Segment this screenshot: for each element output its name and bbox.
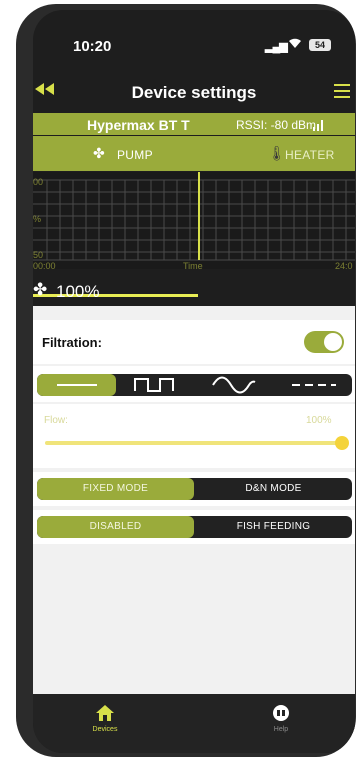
fixed-mode-option[interactable]: FIXED MODE [37, 478, 194, 500]
flow-value: 100% [306, 415, 332, 426]
nav-devices[interactable]: Devices [65, 704, 145, 733]
tab-heater[interactable]: 🌡︎ HEATER [198, 136, 355, 171]
sine-wave-button[interactable] [195, 374, 274, 396]
device-info-bar: Hypermax BT T RSSI: -80 dBm [33, 113, 355, 135]
flow-label: Flow: [44, 415, 68, 426]
fish-feeding-option[interactable]: FISH FEEDING [195, 516, 352, 538]
flow-slider-thumb[interactable] [335, 436, 349, 450]
filtration-label: Filtration: [42, 335, 102, 350]
constant-wave-icon [57, 384, 97, 386]
app-screen: 10:20 ▂▄▆ 54 Device settings Hypermax BT… [33, 10, 355, 753]
dn-mode-option[interactable]: D&N MODE [195, 478, 352, 500]
home-icon [96, 705, 114, 721]
random-wave-button[interactable] [274, 374, 352, 396]
waveform-selector [37, 374, 352, 396]
chart-y-bottom-label: 50 [33, 250, 44, 260]
nav-help[interactable]: Help [241, 704, 321, 733]
fan-icon: ✤ [33, 280, 48, 299]
fan-icon: ✤ [93, 145, 105, 161]
schedule-chart[interactable]: 00 % 50 00:00 Time 24:0 [33, 172, 355, 271]
dashed-wave-icon [292, 384, 336, 386]
sine-wave-icon [212, 376, 256, 394]
bottom-nav: Devices Help [33, 694, 355, 753]
mode-row: FIXED MODE D&N MODE [33, 472, 355, 506]
device-tabs: ✤ PUMP 🌡︎ HEATER [33, 136, 355, 297]
flow-row: Flow: 100% [33, 404, 355, 468]
status-bar: 10:20 ▂▄▆ 54 [33, 10, 355, 70]
filtration-row: Filtration: [33, 320, 355, 364]
phone-frame: 10:20 ▂▄▆ 54 Device settings Hypermax BT… [16, 4, 356, 757]
help-icon [273, 705, 289, 721]
chart-y-mid-label: % [33, 214, 42, 224]
constant-wave-button[interactable] [37, 374, 116, 396]
device-name: Hypermax BT T [87, 117, 190, 133]
chart-grid [33, 172, 355, 261]
menu-icon[interactable] [334, 84, 350, 98]
cellular-signal-icon: ▂▄▆ [265, 41, 288, 53]
pulse-wave-icon [134, 378, 174, 392]
wifi-icon [288, 37, 302, 51]
tab-pump[interactable]: ✤ PUMP [33, 136, 198, 171]
nav-help-label: Help [273, 726, 289, 733]
rssi-readout: RSSI: -80 dBm [236, 118, 317, 132]
waveform-row [33, 366, 355, 402]
filtration-toggle[interactable] [304, 331, 344, 353]
settings-panel: Filtration: Flow: 100% FIXED MODE D&N MO… [33, 306, 355, 694]
status-time: 10:20 [73, 38, 112, 55]
chart-x-mid-label: Time [183, 261, 203, 271]
tab-pump-label: PUMP [117, 148, 153, 162]
nav-devices-label: Devices [92, 726, 118, 733]
chart-x-start-label: 00:00 [33, 261, 56, 271]
tab-heater-label: HEATER [285, 148, 335, 162]
signal-strength-icon [313, 119, 325, 131]
battery-icon: 54 [309, 39, 331, 51]
mode-selector: FIXED MODE D&N MODE [37, 478, 352, 500]
disabled-option[interactable]: DISABLED [37, 516, 194, 538]
page-title: Device settings [131, 83, 257, 102]
pulse-wave-button[interactable] [116, 374, 195, 396]
top-nav: Device settings [33, 76, 355, 108]
pump-power-row: ✤ 100% [33, 274, 355, 304]
feeding-selector: DISABLED FISH FEEDING [37, 516, 352, 538]
chart-x-end-label: 24:0 [335, 261, 353, 271]
feeding-row: DISABLED FISH FEEDING [33, 510, 355, 544]
toggle-knob [324, 333, 342, 351]
thermometer-icon: 🌡︎ [268, 145, 286, 161]
chart-y-top-label: 00 [33, 177, 44, 187]
pump-power-value: 100% [56, 282, 100, 301]
flow-slider[interactable] [45, 436, 349, 450]
